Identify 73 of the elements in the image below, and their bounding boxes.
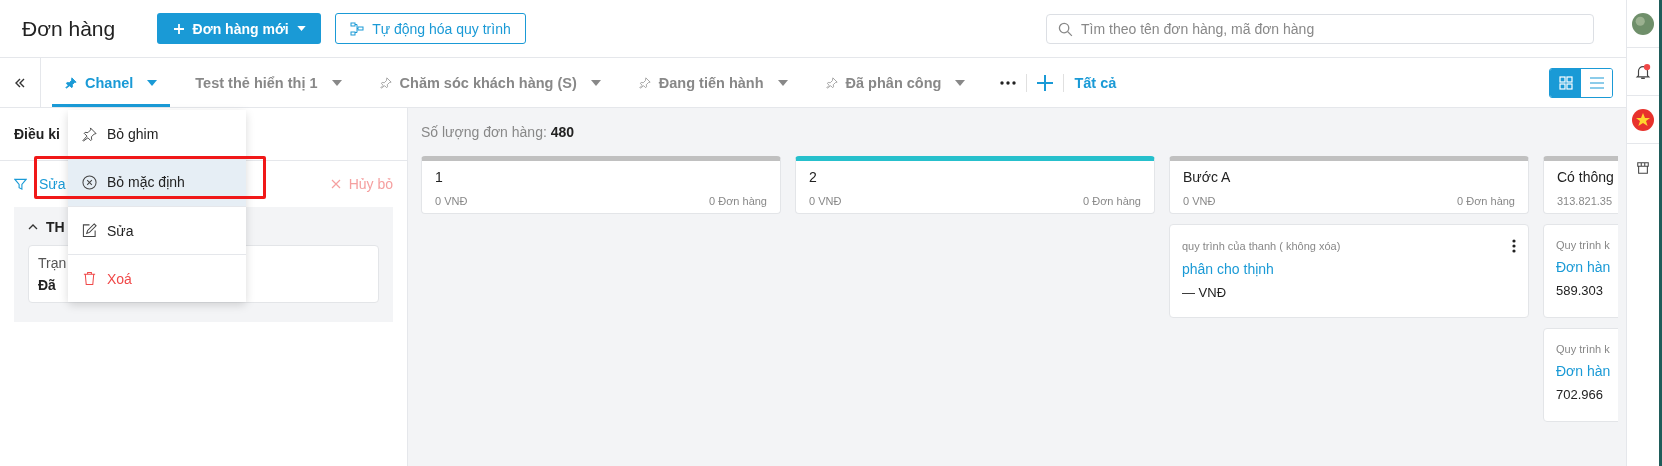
order-card[interactable]: Quy trình k Đơn hàn 589.303 [1543, 224, 1618, 318]
search-field[interactable]: Tìm theo tên đơn hàng, mã đơn hàng [1046, 13, 1594, 44]
pin-icon [65, 76, 77, 89]
column-count: 0 Đơn hàng [1457, 195, 1515, 207]
cancel-button[interactable]: Hủy bỏ [330, 176, 393, 192]
column-count: 0 Đơn hàng [1083, 195, 1141, 207]
add-icon[interactable] [1037, 74, 1054, 91]
pin-icon [638, 76, 651, 89]
pin-icon [379, 76, 392, 89]
process-name: Quy trình k [1556, 343, 1610, 355]
caret-icon [590, 79, 601, 86]
tab[interactable]: Đang tiến hành [625, 58, 801, 107]
column-title: 1 [435, 169, 444, 185]
order-title[interactable]: Đơn hàn [1556, 259, 1611, 275]
kebab-icon[interactable] [1512, 239, 1516, 253]
order-card[interactable]: quy trình của thanh ( không xóa) phân cho thịnh — VNĐ [1169, 224, 1529, 318]
chevron-icon[interactable] [28, 224, 38, 230]
more-icon[interactable] [1000, 80, 1017, 85]
close-circle-icon [82, 174, 97, 190]
trash-icon [82, 271, 97, 286]
store-icon[interactable] [1636, 160, 1650, 175]
all-link[interactable]: Tất cả [1074, 74, 1117, 91]
condition-text: Đã [38, 277, 56, 293]
order-amount: 702.966 [1556, 387, 1604, 402]
caret-icon [777, 79, 788, 86]
order-count: Số lượng đơn hàng: 480 [421, 124, 575, 140]
column-title: 2 [809, 169, 818, 185]
caret-icon [296, 26, 306, 31]
collapse-icon[interactable] [14, 76, 26, 89]
order-title[interactable]: phân cho thịnh [1182, 261, 1274, 277]
bell-icon[interactable] [1634, 62, 1652, 81]
pin-icon [825, 76, 838, 89]
edit-icon [82, 223, 97, 238]
column-amount: 0 VNĐ [435, 195, 468, 207]
tab[interactable]: Đã phân công [812, 58, 979, 107]
close-icon [330, 179, 341, 189]
section-title: TH [46, 219, 65, 235]
column-title: Có thông [1557, 169, 1615, 185]
caret-icon [147, 79, 158, 86]
order-amount: 589.303 [1556, 283, 1604, 298]
tab[interactable]: Chanel [52, 58, 171, 107]
column-amount: 313.821.35 [1557, 195, 1613, 207]
new-order-button[interactable]: Đơn hàng mới [157, 13, 322, 44]
search-icon [1058, 21, 1073, 37]
automation-button[interactable]: Tự động hóa quy trình [335, 13, 526, 44]
process-name: quy trình của thanh ( không xóa) [1182, 240, 1341, 252]
pin-icon [82, 126, 97, 142]
tab[interactable]: Chăm sóc khách hàng (S) [366, 58, 614, 107]
process-name: Quy trình k [1556, 239, 1610, 251]
grid-icon [1558, 75, 1573, 90]
column-amount: 0 VNĐ [809, 195, 842, 207]
order-card[interactable]: Quy trình k Đơn hàn 702.966 [1543, 328, 1618, 422]
list-icon [1589, 75, 1604, 90]
column-count: 0 Đơn hàng [709, 195, 767, 207]
star-flag-icon[interactable] [1632, 108, 1654, 131]
order-title[interactable]: Đơn hàn [1556, 363, 1611, 379]
caret-icon [331, 79, 342, 86]
column-amount: 0 VNĐ [1183, 195, 1216, 207]
column-title: Bước A [1183, 169, 1232, 185]
caret-icon [955, 79, 966, 86]
avatar-icon[interactable] [1632, 12, 1654, 35]
page-title: Đơn hàng [22, 16, 116, 41]
filter-icon [14, 177, 27, 191]
menu-item[interactable]: Sửa [68, 206, 246, 254]
tab[interactable]: Test thẻ hiển thị 1 [182, 58, 355, 107]
edit-filter-link[interactable]: Sửa [39, 176, 66, 192]
menu-item[interactable]: Xoá [68, 254, 246, 302]
order-amount: — VNĐ [1182, 285, 1228, 300]
condition-text: Trạn [38, 255, 67, 271]
menu-item[interactable]: Bỏ ghim [68, 110, 246, 158]
panel-title: Điều ki [14, 126, 60, 142]
plus-icon [172, 22, 185, 35]
workflow-icon [350, 21, 365, 36]
